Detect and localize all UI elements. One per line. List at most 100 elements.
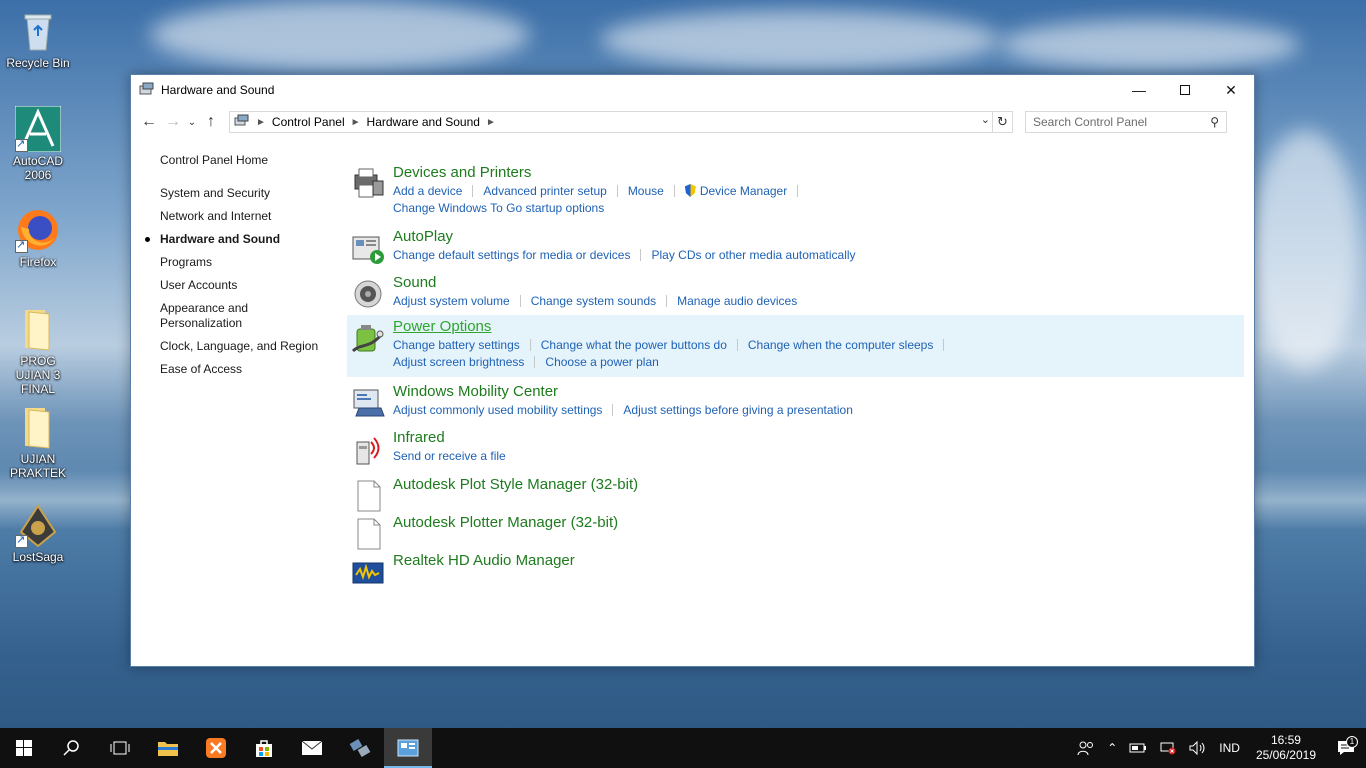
category-power-options: Power Options Change battery settings Cha… bbox=[347, 315, 1244, 377]
category-title-autodesk-plotter-manager[interactable]: Autodesk Plotter Manager (32-bit) bbox=[393, 513, 618, 533]
close-button[interactable]: ✕ bbox=[1208, 75, 1254, 105]
clock[interactable]: 16:59 25/06/2019 bbox=[1246, 733, 1326, 763]
clock-date: 25/06/2019 bbox=[1255, 748, 1316, 762]
minimize-button[interactable]: — bbox=[1116, 75, 1162, 105]
category-title-sound[interactable]: Sound bbox=[393, 273, 807, 293]
microsoft-store-button[interactable] bbox=[240, 728, 288, 768]
search-icon[interactable]: ⚲ bbox=[1210, 115, 1219, 129]
volume-button[interactable] bbox=[1183, 741, 1213, 755]
breadcrumb-separator-icon[interactable]: ► bbox=[486, 117, 496, 128]
link-change-system-sounds[interactable]: Change system sounds bbox=[531, 294, 656, 308]
nav-system-and-security[interactable]: System and Security bbox=[160, 186, 330, 201]
category-infrared: Infrared Send or receive a file bbox=[347, 426, 1244, 466]
desktop-icon-label: Firefox bbox=[19, 255, 57, 269]
link-add-a-device[interactable]: Add a device bbox=[393, 184, 462, 198]
category-title-realtek-hd-audio-manager[interactable]: Realtek HD Audio Manager bbox=[393, 551, 575, 571]
network-button[interactable] bbox=[1153, 741, 1183, 755]
people-button[interactable] bbox=[1071, 740, 1101, 756]
link-change-battery-settings[interactable]: Change battery settings bbox=[393, 338, 520, 352]
category-devices-and-printers: Devices and Printers Add a device Advance… bbox=[347, 161, 1244, 217]
breadcrumb-separator-icon[interactable]: ► bbox=[256, 117, 266, 128]
search-button[interactable] bbox=[48, 728, 96, 768]
link-divider bbox=[616, 185, 618, 197]
breadcrumb-control-panel[interactable]: Control Panel bbox=[272, 115, 345, 129]
lostsaga-icon bbox=[15, 502, 61, 548]
address-dropdown-icon[interactable]: ⌄ bbox=[981, 113, 990, 126]
chevron-up-icon: ⌃ bbox=[1107, 741, 1118, 755]
file-explorer-icon bbox=[158, 742, 178, 756]
show-hidden-icons-button[interactable]: ⌃ bbox=[1101, 741, 1123, 755]
link-windows-to-go-startup[interactable]: Change Windows To Go startup options bbox=[393, 201, 604, 215]
category-title-infrared[interactable]: Infrared bbox=[393, 428, 516, 448]
shortcut-arrow-icon bbox=[15, 238, 28, 253]
speaker-icon bbox=[351, 277, 385, 311]
nav-user-accounts[interactable]: User Accounts bbox=[160, 278, 330, 293]
nav-ease-of-access[interactable]: Ease of Access bbox=[160, 362, 330, 377]
link-change-default-media-settings[interactable]: Change default settings for media or dev… bbox=[393, 248, 630, 262]
desktop-icon-prog-ujian[interactable]: PROG UJIAN 3 FINAL bbox=[2, 306, 74, 396]
link-change-when-computer-sleeps[interactable]: Change when the computer sleeps bbox=[748, 338, 933, 352]
link-device-manager[interactable]: Device Manager bbox=[700, 184, 787, 198]
desktop-icon-autocad[interactable]: AutoCAD 2006 bbox=[2, 105, 74, 182]
link-advanced-printer-setup[interactable]: Advanced printer setup bbox=[483, 184, 606, 198]
breadcrumb-hardware-and-sound[interactable]: Hardware and Sound bbox=[367, 115, 480, 129]
category-title-autodesk-plot-style-manager[interactable]: Autodesk Plot Style Manager (32-bit) bbox=[393, 475, 638, 495]
category-title-windows-mobility-center[interactable]: Windows Mobility Center bbox=[393, 382, 863, 402]
back-button[interactable]: ← bbox=[137, 110, 161, 134]
link-change-power-buttons[interactable]: Change what the power buttons do bbox=[541, 338, 727, 352]
desktop-icon-lostsaga[interactable]: LostSaga bbox=[2, 502, 74, 564]
recent-locations-button[interactable]: ⌄ bbox=[185, 110, 199, 134]
nav-programs[interactable]: Programs bbox=[160, 255, 330, 270]
category-autodesk-plotter-manager: Autodesk Plotter Manager (32-bit) bbox=[347, 511, 1244, 551]
xampp-button[interactable] bbox=[192, 728, 240, 768]
desktop-icon-label: UJIAN PRAKTEK bbox=[9, 452, 66, 480]
nav-appearance-and-personalization[interactable]: Appearance and Personalization bbox=[160, 301, 260, 331]
link-divider bbox=[529, 339, 531, 351]
desktop-icon-recycle-bin[interactable]: Recycle Bin bbox=[2, 8, 74, 70]
infrared-icon bbox=[351, 432, 385, 466]
control-panel-taskbar-button[interactable] bbox=[384, 728, 432, 768]
nav-control-panel-home[interactable]: Control Panel Home bbox=[160, 153, 330, 168]
link-adjust-mobility-settings[interactable]: Adjust commonly used mobility settings bbox=[393, 403, 602, 417]
network-app-button[interactable] bbox=[336, 728, 384, 768]
people-icon bbox=[1077, 741, 1094, 756]
title-bar[interactable]: Hardware and Sound — ✕ bbox=[131, 75, 1254, 105]
desktop-icon-label: Recycle Bin bbox=[6, 56, 70, 70]
forward-button[interactable]: → bbox=[161, 110, 185, 134]
category-title-autoplay[interactable]: AutoPlay bbox=[393, 227, 866, 247]
desktop-icon-ujian-praktek[interactable]: UJIAN PRAKTEK bbox=[2, 404, 74, 480]
link-adjust-screen-brightness[interactable]: Adjust screen brightness bbox=[393, 355, 524, 369]
action-center-button[interactable]: 1 bbox=[1326, 736, 1366, 756]
network-disconnected-icon bbox=[1160, 742, 1176, 755]
address-bar[interactable]: ► Control Panel ► Hardware and Sound ► ⌄… bbox=[229, 111, 1013, 133]
maximize-button[interactable] bbox=[1162, 75, 1208, 105]
input-language-indicator[interactable]: IND bbox=[1213, 741, 1246, 755]
link-adjust-presentation-settings[interactable]: Adjust settings before giving a presenta… bbox=[623, 403, 852, 417]
up-button[interactable]: ↑ bbox=[199, 110, 223, 134]
nav-hardware-and-sound[interactable]: Hardware and Sound bbox=[145, 232, 330, 247]
desktop-icon-label: PROG UJIAN 3 FINAL bbox=[15, 354, 61, 396]
battery-button[interactable] bbox=[1123, 742, 1153, 754]
link-divider bbox=[472, 185, 474, 197]
file-explorer-button[interactable] bbox=[144, 728, 192, 768]
link-send-or-receive-file[interactable]: Send or receive a file bbox=[393, 449, 506, 463]
link-mouse[interactable]: Mouse bbox=[628, 184, 664, 198]
nav-clock-language-region[interactable]: Clock, Language, and Region bbox=[160, 339, 330, 354]
task-view-button[interactable] bbox=[96, 728, 144, 768]
link-play-cds-automatically[interactable]: Play CDs or other media automatically bbox=[651, 248, 855, 262]
category-title-power-options[interactable]: Power Options bbox=[393, 317, 954, 337]
desktop-icon-firefox[interactable]: Firefox bbox=[2, 207, 74, 269]
clock-time: 16:59 bbox=[1270, 733, 1301, 747]
notification-count-badge: 1 bbox=[1346, 736, 1358, 748]
start-button[interactable] bbox=[0, 728, 48, 768]
mail-button[interactable] bbox=[288, 728, 336, 768]
breadcrumb-separator-icon[interactable]: ► bbox=[351, 117, 361, 128]
link-manage-audio-devices[interactable]: Manage audio devices bbox=[677, 294, 797, 308]
link-choose-power-plan[interactable]: Choose a power plan bbox=[545, 355, 658, 369]
wallpaper-cloud bbox=[600, 10, 1000, 70]
refresh-button[interactable]: ↻ bbox=[992, 112, 1012, 132]
search-input[interactable]: Search Control Panel ⚲ bbox=[1025, 111, 1227, 133]
link-adjust-system-volume[interactable]: Adjust system volume bbox=[393, 294, 510, 308]
category-title-devices-and-printers[interactable]: Devices and Printers bbox=[393, 163, 808, 183]
nav-network-and-internet[interactable]: Network and Internet bbox=[160, 209, 330, 224]
